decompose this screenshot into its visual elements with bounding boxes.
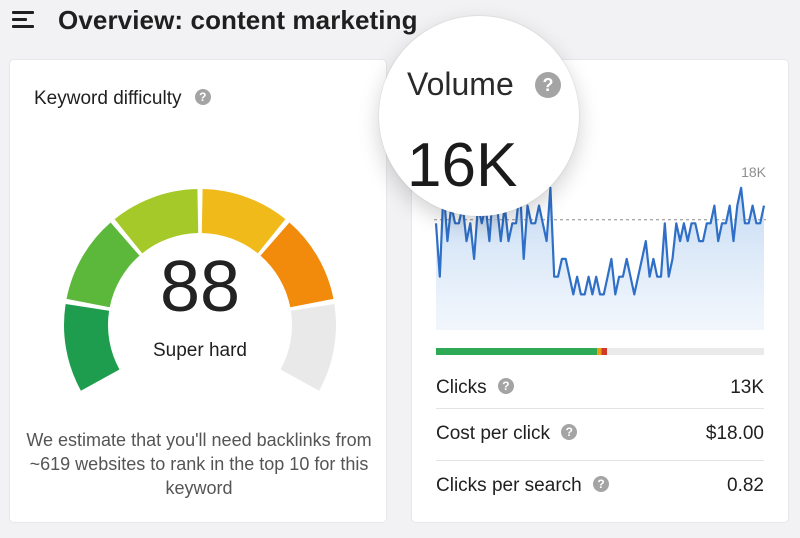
help-icon[interactable]: ?: [535, 72, 561, 98]
clicks-split-bar: [436, 348, 764, 355]
metric-row-cpc: Cost per click ? $18.00: [436, 408, 764, 460]
help-icon[interactable]: ?: [561, 424, 578, 441]
help-icon[interactable]: ?: [194, 89, 211, 106]
clicks-value: 13K: [730, 377, 764, 398]
keyword-difficulty-title: Keyword difficulty ?: [34, 88, 211, 110]
metric-row-clicks-per-search: Clicks per search ? 0.82: [436, 460, 764, 512]
help-icon[interactable]: ?: [497, 378, 514, 395]
help-icon[interactable]: ?: [593, 476, 609, 493]
keyword-difficulty-card: Keyword difficulty ? 88 Super hard We es…: [10, 60, 386, 522]
page-title: Overview: content marketing: [58, 5, 418, 35]
metric-row-clicks: Clicks ? 13K: [436, 363, 764, 414]
keyword-difficulty-label: Keyword difficulty: [34, 88, 182, 109]
page-header: Overview: content marketing: [0, 0, 800, 44]
paid-clicks-segment: [596, 348, 607, 355]
organic-clicks-segment: [436, 348, 597, 355]
backlinks-estimate-note: We estimate that you'll need backlinks f…: [26, 430, 372, 498]
clicks-per-search-value: 0.82: [727, 475, 764, 496]
hamburger-menu-icon[interactable]: [12, 11, 34, 29]
clicks-per-search-label: Clicks per search: [436, 475, 582, 496]
difficulty-label: Super hard: [152, 340, 247, 361]
volume-value: 16K: [407, 131, 518, 200]
volume-title: Volume: [407, 66, 514, 102]
difficulty-score: 88: [159, 247, 241, 327]
volume-magnifier-callout: Volume ? 16K: [379, 16, 579, 216]
clicks-label: Clicks: [436, 377, 487, 398]
cpc-value: $18.00: [705, 423, 764, 444]
cpc-label: Cost per click: [436, 423, 551, 444]
